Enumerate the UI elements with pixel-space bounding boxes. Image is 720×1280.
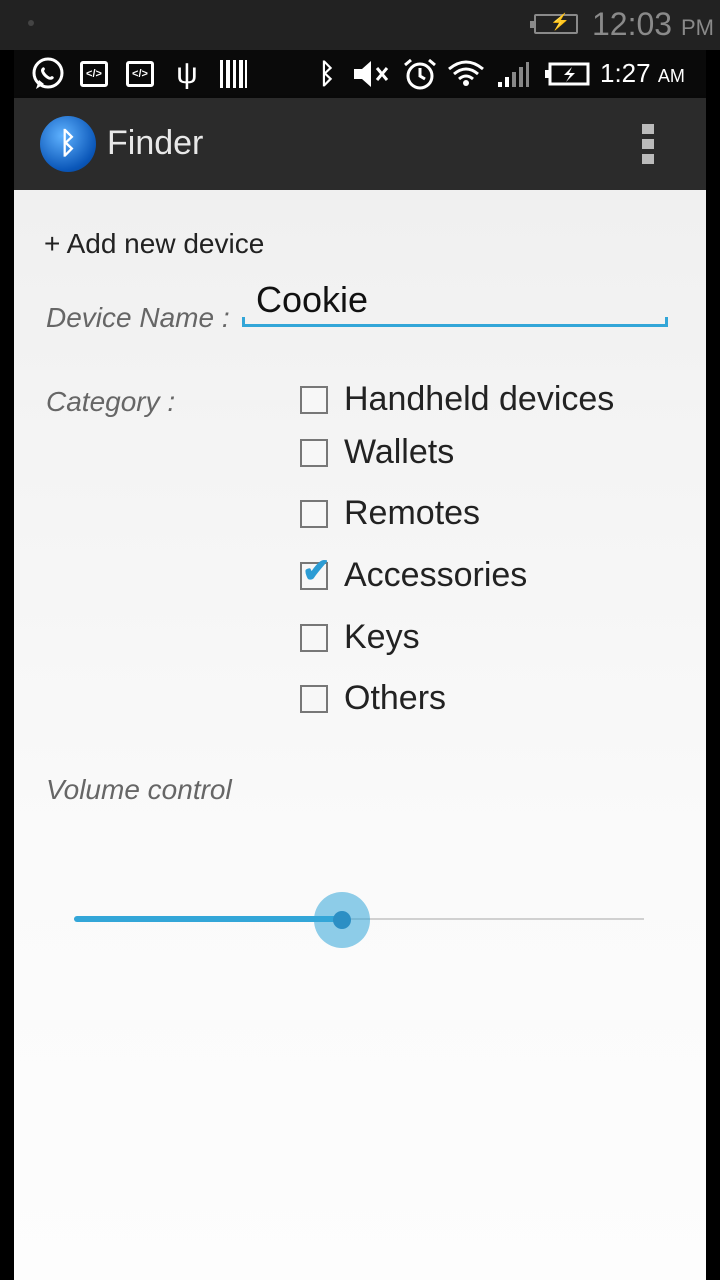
device-name-label: Device Name : <box>46 302 230 333</box>
overflow-menu-icon[interactable] <box>642 124 654 164</box>
category-checkbox[interactable] <box>300 499 328 528</box>
usb-icon: ψ <box>176 57 198 90</box>
outer-clock: 12:03 PM <box>592 6 714 42</box>
category-checkbox[interactable] <box>300 385 328 414</box>
category-option[interactable]: Handheld devices <box>300 380 614 419</box>
category-option[interactable]: Wallets <box>300 433 454 472</box>
volume-slider[interactable] <box>74 892 644 948</box>
category-checkbox[interactable] <box>300 684 328 713</box>
device-name-underline <box>242 317 668 327</box>
category-label: Category : <box>46 386 176 417</box>
app-title: Finder <box>107 124 204 162</box>
bluetooth-icon[interactable]: ᛒ <box>40 116 96 172</box>
category-option[interactable]: Others <box>300 679 446 718</box>
whatsapp-icon <box>30 57 66 90</box>
clock: 1:27 AM <box>600 58 685 88</box>
checkmark-icon: ✔ <box>302 551 331 590</box>
code-icon: </> <box>126 61 154 87</box>
category-option[interactable]: Keys <box>300 618 420 657</box>
battery-charging-icon <box>544 58 590 90</box>
add-new-device-heading: + Add new device <box>44 228 265 259</box>
notification-dot <box>28 20 34 26</box>
category-checkbox-label: Remotes <box>344 494 481 532</box>
barcode-icon <box>218 58 248 90</box>
volume-control-label: Volume control <box>46 774 232 805</box>
action-bar: ᛒ Finder <box>14 98 706 190</box>
device-form: + Add new device Device Name : Category … <box>14 190 706 1280</box>
slider-fill <box>74 916 342 922</box>
alarm-icon <box>402 58 438 90</box>
signal-icon <box>496 58 530 90</box>
category-checkbox-label: Others <box>344 679 447 717</box>
category-option[interactable]: Remotes <box>300 494 480 533</box>
category-checkbox[interactable] <box>300 623 328 652</box>
category-checkbox-label: Wallets <box>344 433 455 471</box>
outer-status-bar: ⚡ 12:03 PM <box>0 0 720 50</box>
category-checkbox[interactable]: ✔ <box>300 554 331 590</box>
bluetooth-icon: ᛒ <box>318 58 336 89</box>
code-icon: </> <box>80 61 108 87</box>
device-name-input[interactable] <box>244 272 668 328</box>
wifi-icon <box>446 58 486 90</box>
phone-screen: </> </> ψ ᛒ 1:27 AM ᛒ Finder + Add new d… <box>14 50 706 1280</box>
mute-icon <box>352 58 392 90</box>
category-checkbox[interactable] <box>300 438 328 467</box>
category-checkbox-label: Handheld devices <box>344 380 615 418</box>
status-bar: </> </> ψ ᛒ 1:27 AM <box>14 50 706 98</box>
category-checkbox-label: Accessories <box>344 556 528 594</box>
slider-thumb[interactable] <box>333 911 351 929</box>
category-option[interactable]: ✔ Accessories <box>300 554 528 595</box>
category-checkbox-label: Keys <box>344 618 420 656</box>
battery-charging-icon: ⚡ <box>530 14 578 34</box>
